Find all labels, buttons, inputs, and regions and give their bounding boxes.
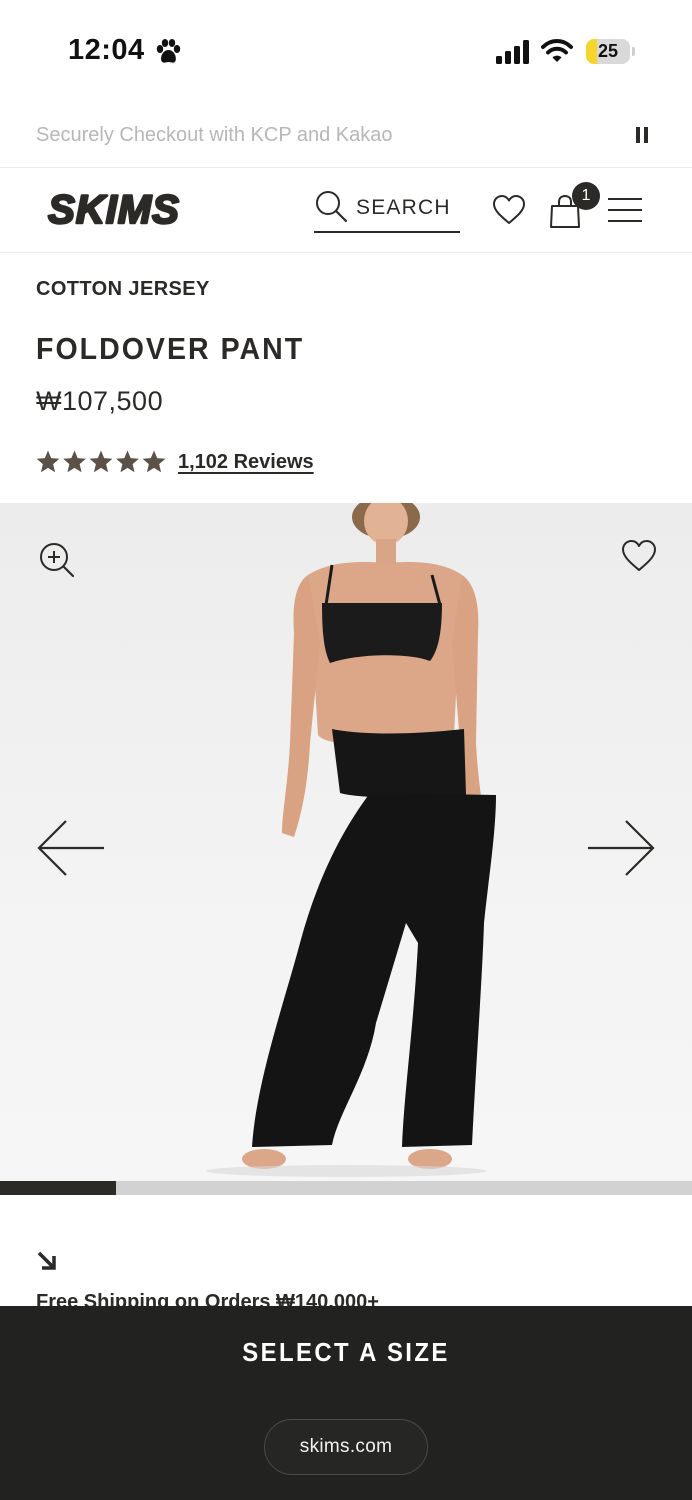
gallery-progress-fill <box>0 1181 116 1195</box>
heart-icon[interactable] <box>621 539 657 573</box>
product-price: ₩107,500 <box>36 386 164 416</box>
product-photo <box>206 503 496 1177</box>
arrow-down-right-icon <box>37 1251 56 1270</box>
announcement-bar: Securely Checkout with KCP and Kakao <box>0 100 692 168</box>
wishlist-heart-icon[interactable] <box>492 194 526 226</box>
bottom-action-bar: SELECT A SIZE skims.com <box>0 1306 692 1500</box>
zoom-in-icon[interactable] <box>38 541 76 579</box>
announcement-text: Securely Checkout with KCP and Kakao <box>36 124 393 146</box>
gallery-progress-bar <box>0 1181 692 1195</box>
star-icon <box>36 450 60 473</box>
collection-label: COTTON JERSEY <box>36 278 210 300</box>
status-bar: 12:04 25 <box>0 0 692 100</box>
battery-level: 25 <box>597 41 619 61</box>
url-pill[interactable]: skims.com <box>264 1419 428 1475</box>
wifi-icon <box>541 39 573 62</box>
skims-logo[interactable]: SKIMS <box>28 189 200 229</box>
product-image-gallery[interactable] <box>0 503 692 1181</box>
star-icon <box>142 450 166 473</box>
pause-icon[interactable] <box>636 127 650 145</box>
signal-icon <box>496 40 529 64</box>
star-icon <box>116 450 139 473</box>
arrow-left-icon[interactable] <box>36 819 106 877</box>
menu-icon[interactable] <box>608 196 642 224</box>
search-label: SEARCH <box>356 196 451 219</box>
battery-indicator: 25 <box>586 39 635 64</box>
status-time: 12:04 <box>68 34 145 66</box>
star-icon <box>63 450 86 473</box>
select-size-button[interactable]: SELECT A SIZE <box>28 1324 665 1380</box>
star-icon <box>89 450 113 473</box>
site-header: SKIMS SEARCH 1 <box>0 169 692 253</box>
product-title: FOLDOVER PANT <box>36 331 305 366</box>
arrow-right-icon[interactable] <box>586 819 656 877</box>
search-button[interactable]: SEARCH <box>314 187 460 233</box>
star-rating <box>36 450 166 473</box>
paw-icon <box>156 39 181 63</box>
search-icon <box>316 191 348 223</box>
cart-count-badge: 1 <box>572 182 600 210</box>
svg-text:SKIMS: SKIMS <box>48 189 180 229</box>
reviews-link[interactable]: 1,102 Reviews <box>178 451 314 474</box>
